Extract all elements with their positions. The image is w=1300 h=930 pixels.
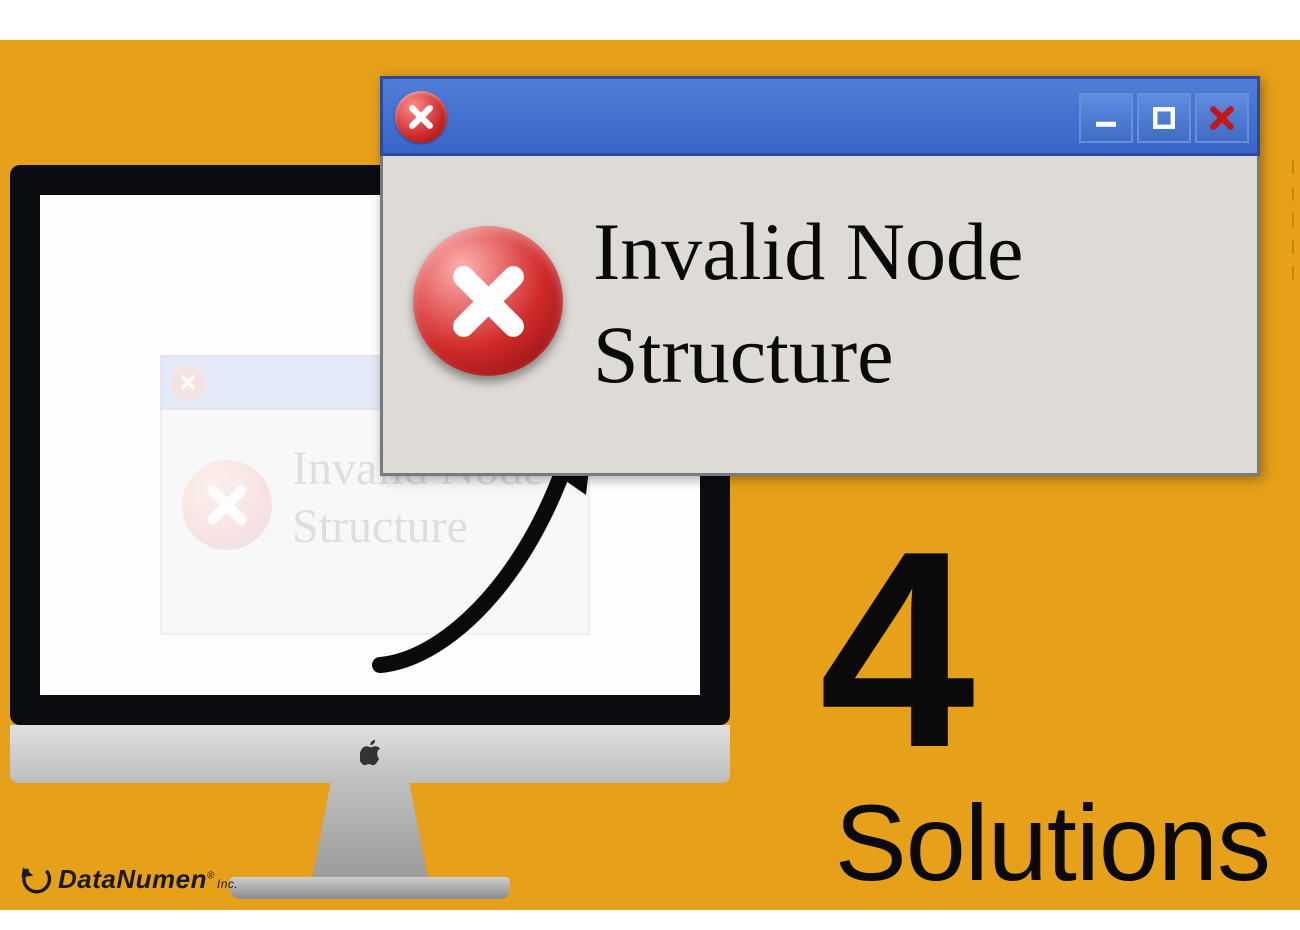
close-circle-icon: ✕ — [170, 365, 206, 401]
illustration-canvas: ✕ Invalid Node Structure — [0, 40, 1300, 910]
brand-name-text: DataNumen — [58, 864, 207, 894]
notch — [1292, 160, 1300, 174]
dialog-message: Invalid Node Structure — [593, 201, 1023, 406]
datanumen-logo-icon — [18, 862, 52, 896]
headline-number: 4 — [819, 510, 975, 790]
foreground-error-dialog: Invalid Node Structure — [380, 76, 1260, 476]
brand-name: DataNumen®Inc. — [58, 864, 238, 895]
headline-word: Solutions — [835, 780, 1270, 905]
monitor-stand — [305, 781, 435, 881]
maximize-icon — [1149, 103, 1179, 133]
brand-logo: DataNumen®Inc. — [18, 862, 238, 896]
notch — [1292, 266, 1300, 280]
registered-mark: ® — [207, 870, 215, 881]
monitor-base — [230, 877, 510, 899]
window-controls — [1079, 93, 1249, 143]
minimize-icon — [1091, 103, 1121, 133]
window-close-icon — [1207, 103, 1237, 133]
brand-suffix: Inc. — [217, 877, 238, 891]
error-x-icon — [413, 226, 563, 376]
notch — [1292, 213, 1300, 227]
window-close-button[interactable] — [1195, 93, 1249, 143]
maximize-button[interactable] — [1137, 93, 1191, 143]
error-x-icon — [182, 460, 272, 550]
dialog-body: Invalid Node Structure — [380, 156, 1260, 476]
edge-notches — [1292, 160, 1300, 280]
dialog-titlebar — [380, 76, 1260, 156]
apple-logo-icon — [360, 740, 382, 766]
minimize-button[interactable] — [1079, 93, 1133, 143]
close-circle-icon[interactable] — [395, 91, 447, 143]
notch — [1292, 240, 1300, 254]
notch — [1292, 187, 1300, 201]
